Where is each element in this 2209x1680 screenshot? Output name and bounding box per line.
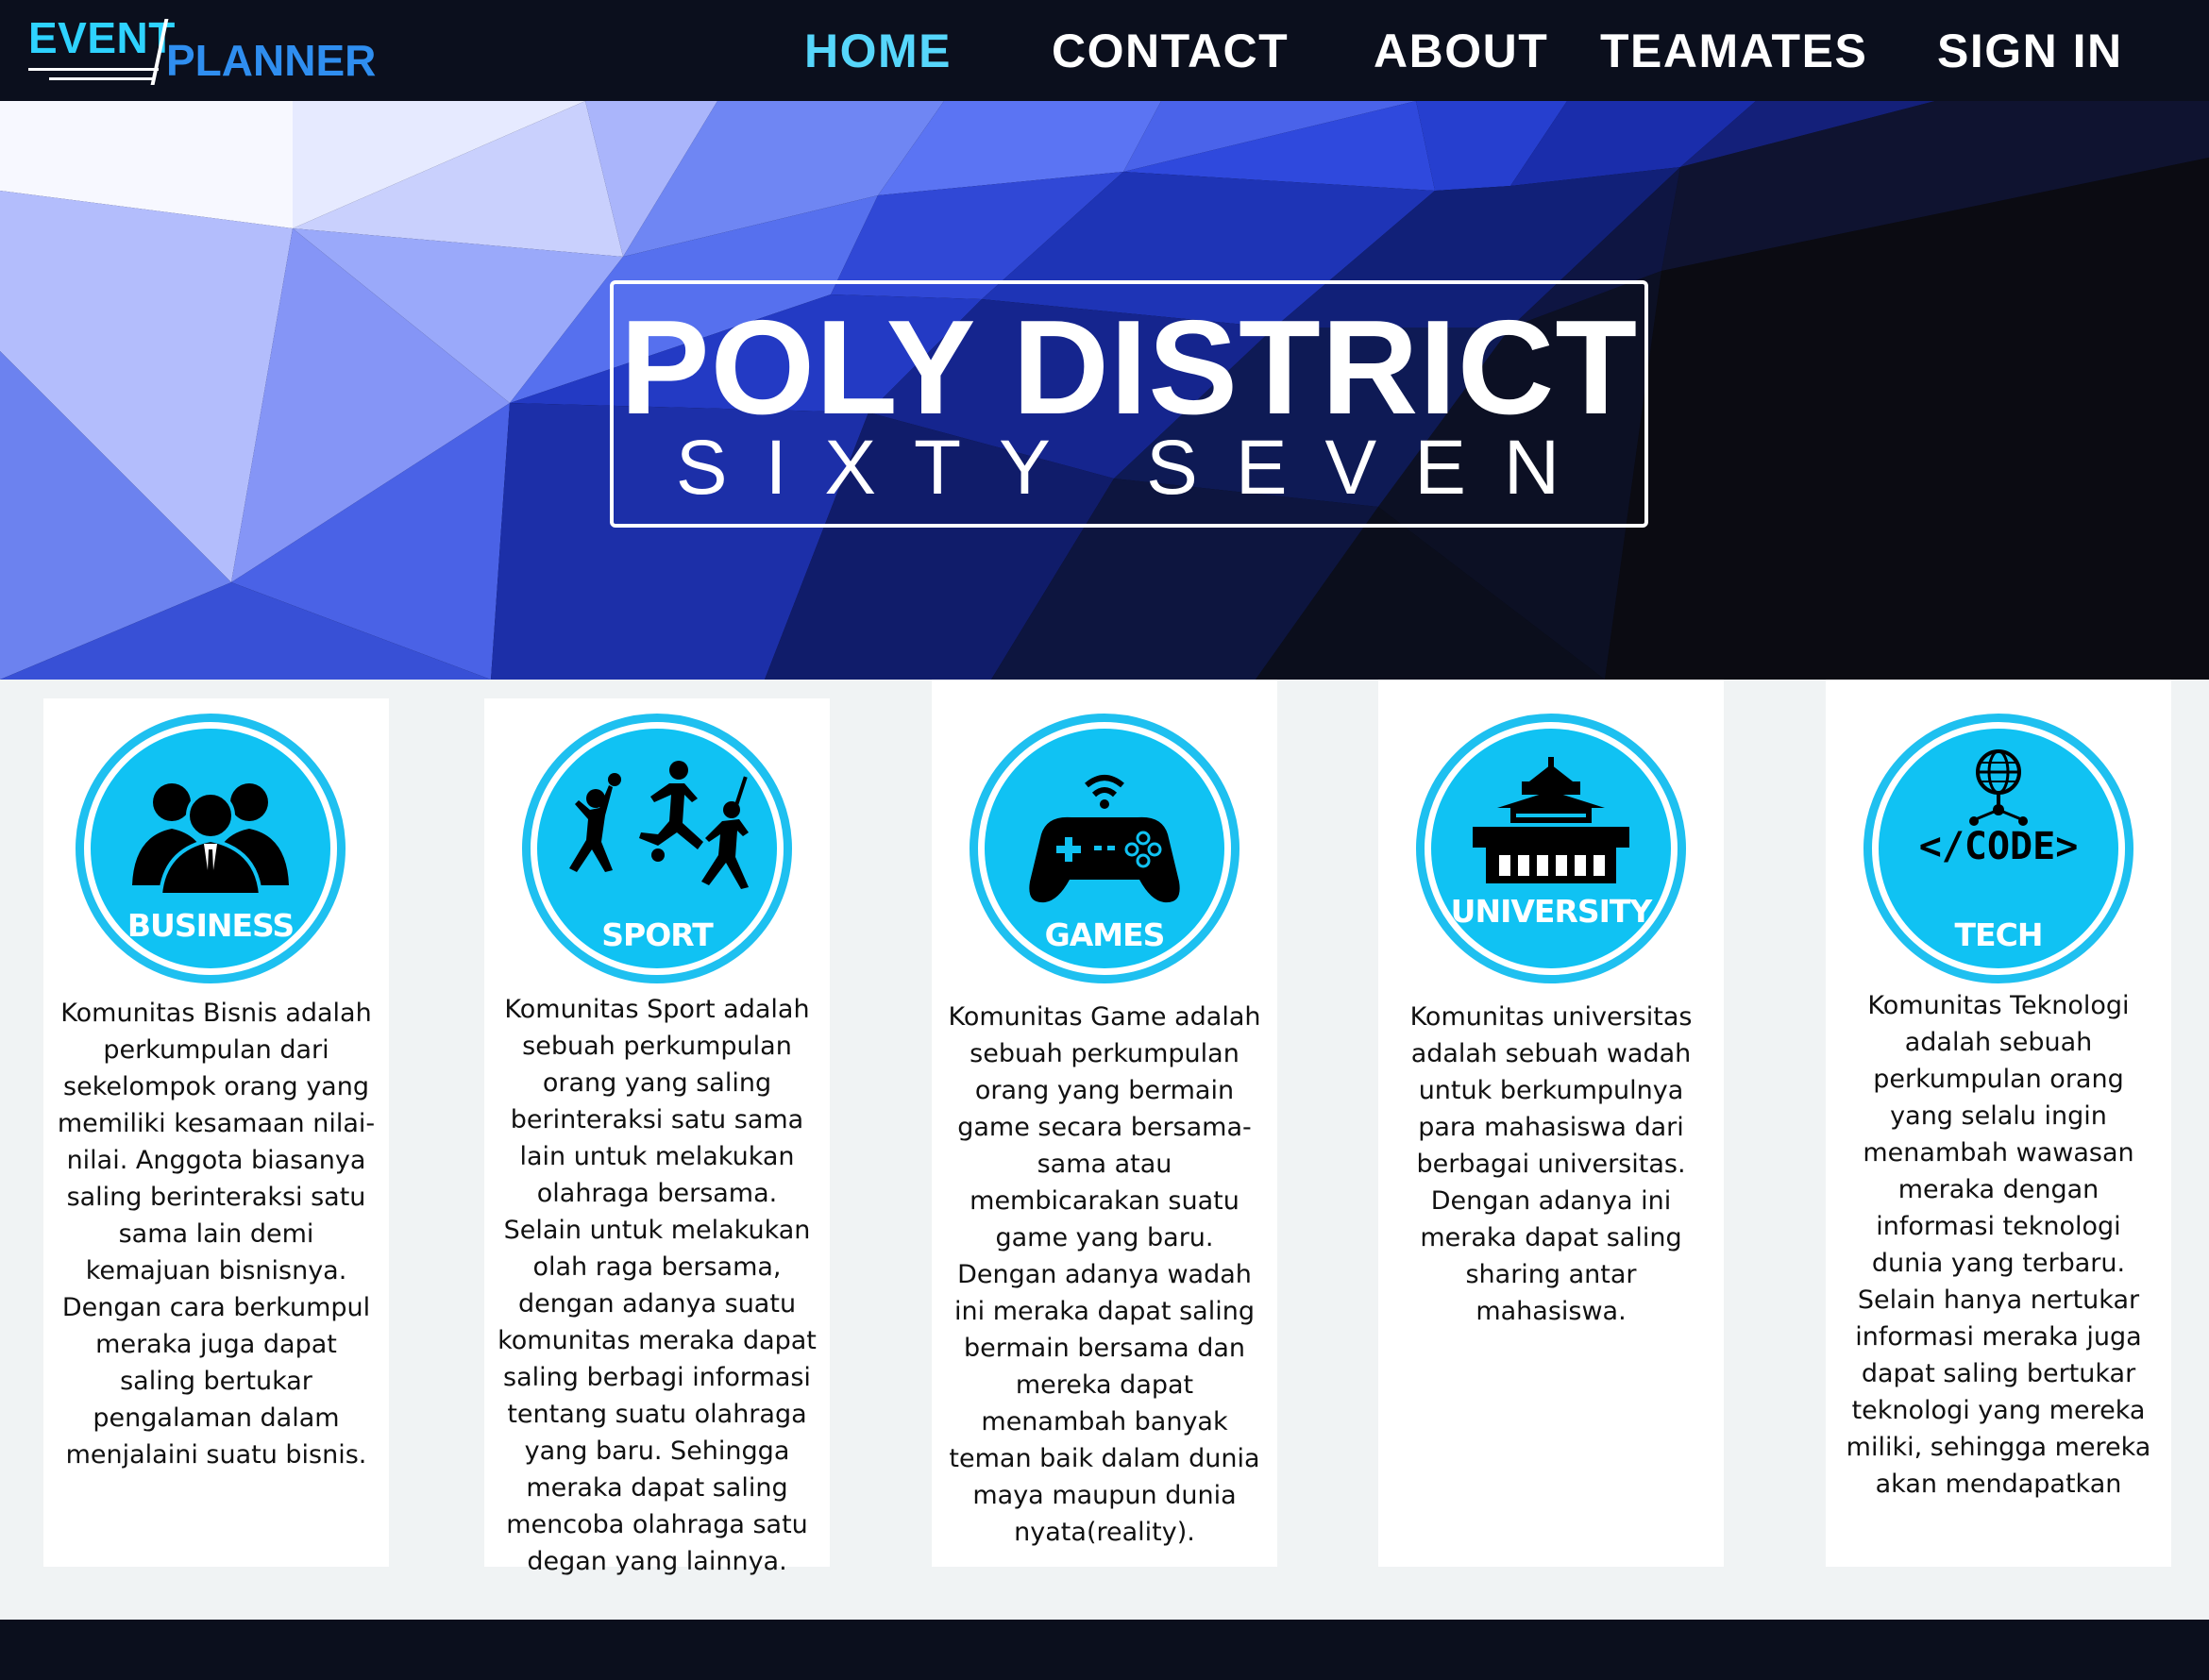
university-label: UNIVERSITY <box>1450 893 1653 930</box>
card-business[interactable]: BUSINESS Komunitas Bisnis adalah perkump… <box>43 698 389 1567</box>
university-badge[interactable]: UNIVERSITY <box>1416 714 1686 983</box>
sport-label: SPORT <box>601 916 713 953</box>
tech-badge[interactable]: </CODE> TECH <box>1863 714 2133 983</box>
tech-description: Komunitas Teknologi adalah sebuah perkum… <box>1846 991 2151 1499</box>
hero-subtitle: SIXTY SEVEN <box>675 425 1598 511</box>
games-badge[interactable]: GAMES <box>970 714 1239 983</box>
nav-contact[interactable]: CONTACT <box>1052 23 1289 79</box>
nav-teamates[interactable]: TEAMATES <box>1600 23 1867 79</box>
code-text: </CODE> <box>1919 825 2079 868</box>
logo-underline-2 <box>49 77 155 80</box>
card-university[interactable]: UNIVERSITY Komunitas universitas adalah … <box>1378 680 1724 1567</box>
games-label: GAMES <box>1044 916 1166 953</box>
footer <box>0 1620 2209 1680</box>
business-description: Komunitas Bisnis adalah perkumpulan dari… <box>57 999 376 1470</box>
hero-banner: POLY DISTRICT SIXTY SEVEN <box>0 101 2209 680</box>
business-badge[interactable]: BUSINESS <box>76 714 346 983</box>
hero-title: POLY DISTRICT <box>619 293 1639 443</box>
business-label: BUSINESS <box>126 907 295 944</box>
navbar: EVENT PLANNER HOME CONTACT ABOUT TEAMATE… <box>0 0 2209 101</box>
card-tech[interactable]: </CODE> TECH Komunitas Teknologi adalah … <box>1826 680 2171 1567</box>
nav-home[interactable]: HOME <box>804 23 952 79</box>
tech-label: TECH <box>1954 916 2044 953</box>
card-sport[interactable]: SPORT Komunitas Sport adalah sebuah perk… <box>484 698 830 1576</box>
hero-title-box: POLY DISTRICT SIXTY SEVEN <box>610 280 1648 528</box>
nav-about[interactable]: ABOUT <box>1374 23 1548 79</box>
university-description: Komunitas universitas adalah sebuah wada… <box>1409 1002 1693 1326</box>
sport-description: Komunitas Sport adalah sebuah perkumpula… <box>497 995 817 1576</box>
university-building-icon <box>1473 757 1629 883</box>
sport-badge[interactable]: SPORT <box>522 714 792 983</box>
logo-planner-text: PLANNER <box>166 36 377 85</box>
games-description: Komunitas Game adalah sebuah perkumpulan… <box>948 1002 1261 1547</box>
logo-event-text: EVENT <box>28 13 176 62</box>
logo[interactable]: EVENT PLANNER <box>28 13 387 89</box>
card-games[interactable]: GAMES Komunitas Game adalah sebuah perku… <box>932 680 1277 1567</box>
logo-underline <box>28 68 159 71</box>
nav-sign-in[interactable]: SIGN IN <box>1937 23 2123 79</box>
